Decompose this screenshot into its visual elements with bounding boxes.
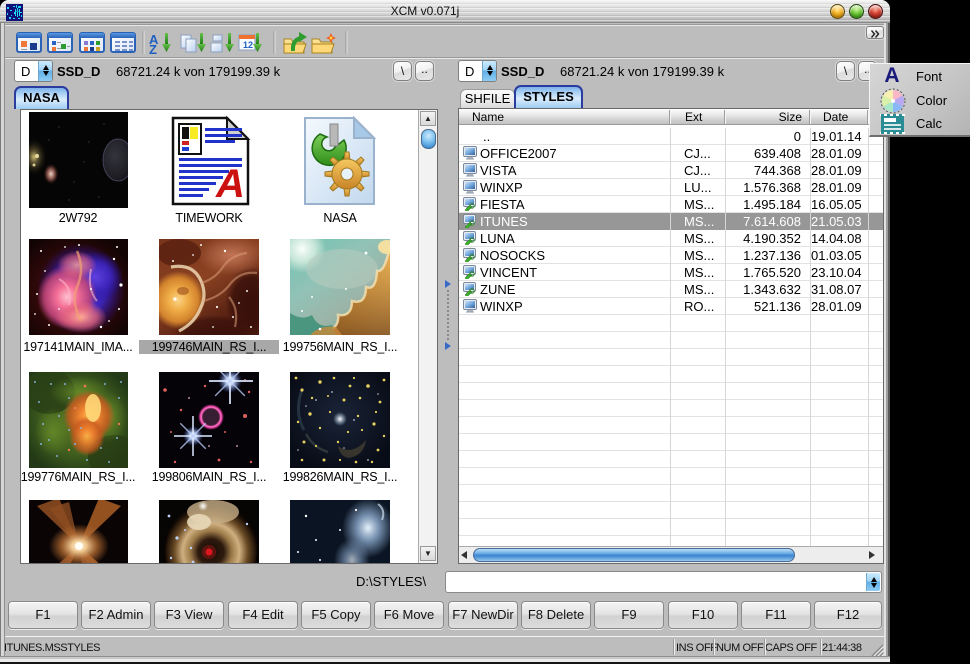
svg-text:A: A	[215, 162, 245, 206]
svg-text:Z: Z	[149, 42, 157, 57]
svg-text:12: 12	[243, 40, 253, 50]
svg-text:A: A	[884, 65, 899, 85]
